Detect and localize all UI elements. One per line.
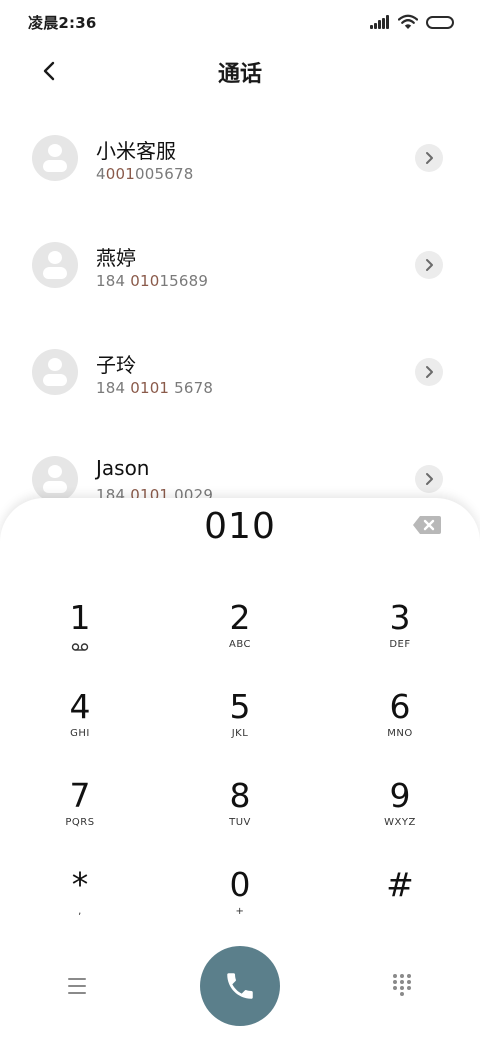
avatar: [32, 456, 78, 502]
contact-name: Jason: [96, 456, 150, 480]
page-title: 通话: [217, 62, 262, 87]
call-button[interactable]: [200, 946, 280, 1026]
number-match-highlight: 010: [130, 272, 160, 290]
battery-icon: [426, 15, 454, 29]
status-time: 凌晨2:36: [28, 14, 97, 32]
contact-name: 子玲: [96, 353, 136, 377]
signal-icon: [370, 15, 390, 29]
phone-icon: [227, 973, 253, 999]
key-star[interactable]: * ,: [20, 865, 140, 939]
wifi-icon: [398, 14, 418, 29]
contact-row[interactable]: 小米客服 4001005678: [0, 105, 480, 212]
key-3[interactable]: 3 DEF: [340, 598, 460, 672]
key-6[interactable]: 6 MNO: [340, 687, 460, 761]
chevron-right-icon: [426, 366, 433, 378]
delete-button[interactable]: [412, 515, 442, 535]
contact-name: 小米客服: [96, 139, 176, 163]
status-bar: 凌晨2:36: [0, 0, 480, 44]
dialer-bottom-bar: [0, 946, 480, 1026]
contact-detail-button[interactable]: [415, 358, 443, 386]
key-1[interactable]: 1: [20, 598, 140, 672]
chevron-right-icon: [426, 152, 433, 164]
dialer-screen: 凌晨2:36 通话 小米客服 4001005678 燕婷 184 0101568…: [0, 0, 480, 1040]
key-9[interactable]: 9 WXYZ: [340, 776, 460, 850]
avatar: [32, 242, 78, 288]
contact-detail-button[interactable]: [415, 251, 443, 279]
key-0[interactable]: 0 +: [180, 865, 300, 939]
avatar: [32, 349, 78, 395]
chevron-right-icon: [426, 259, 433, 271]
keypad-toggle-button[interactable]: [392, 974, 412, 998]
key-4[interactable]: 4 GHI: [20, 687, 140, 761]
dialed-number-display[interactable]: 010: [0, 506, 480, 547]
contact-name: 燕婷: [96, 246, 136, 270]
key-hash[interactable]: #: [340, 865, 460, 939]
contact-row[interactable]: 燕婷 184 01015689: [0, 212, 480, 319]
dialer-panel: 010 1 2 ABC 3 DEF 4 GHI 5 JKL 6 MNO 7 PQ…: [0, 498, 480, 1040]
number-match-highlight: 001: [105, 165, 135, 183]
header: 通话: [0, 46, 480, 96]
menu-button[interactable]: [66, 976, 90, 996]
contact-detail-button[interactable]: [415, 465, 443, 493]
avatar: [32, 135, 78, 181]
key-8[interactable]: 8 TUV: [180, 776, 300, 850]
key-5[interactable]: 5 JKL: [180, 687, 300, 761]
number-match-highlight: 0101: [130, 379, 170, 397]
key-7[interactable]: 7 PQRS: [20, 776, 140, 850]
status-icons: [370, 12, 454, 32]
backspace-icon: [413, 516, 441, 534]
voicemail-icon: [71, 643, 89, 651]
chevron-right-icon: [426, 473, 433, 485]
contact-number: 184 01015689: [96, 272, 209, 290]
key-2[interactable]: 2 ABC: [180, 598, 300, 672]
contact-number: 4001005678: [96, 165, 194, 183]
contact-row[interactable]: 子玲 184 0101 5678: [0, 319, 480, 426]
contact-number: 184 0101 5678: [96, 379, 214, 397]
contact-list: 小米客服 4001005678 燕婷 184 01015689 子玲 184 0…: [0, 105, 480, 533]
contact-detail-button[interactable]: [415, 144, 443, 172]
